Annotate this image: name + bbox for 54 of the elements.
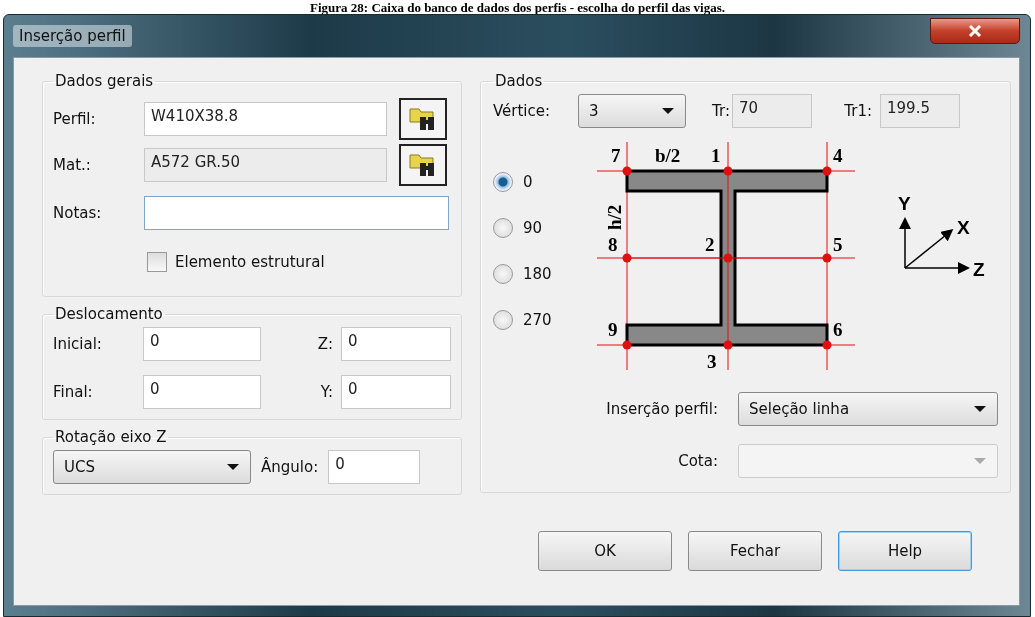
text-field[interactable]: 0 [143, 327, 261, 361]
text-field[interactable]: 0 [143, 375, 261, 409]
radio-label: 0 [523, 173, 533, 191]
text-field[interactable]: 0 [328, 450, 421, 484]
field-label: Cota: [677, 452, 718, 470]
axes-drawing: Y X Z [885, 188, 995, 288]
field-label: Ângulo: [261, 458, 319, 476]
text-field[interactable]: 0 [341, 327, 451, 361]
field-label: Tr: [711, 102, 730, 120]
radio-button[interactable] [493, 264, 513, 284]
caret-icon [973, 457, 987, 465]
field-label: Y: [319, 383, 333, 401]
field-label: Vértice: [493, 102, 552, 120]
figure-caption: Figura 28: Caixa do banco de dados dos perfis - escolha do perfil das vigas. [309, 0, 726, 14]
dropdown[interactable]: UCS [53, 450, 251, 484]
dialog-button[interactable]: OK [538, 531, 672, 571]
field-label: Final: [53, 383, 94, 401]
group-title: Dados gerais [54, 72, 155, 90]
field-label: Z: [316, 335, 333, 353]
group-title: Dados [494, 72, 544, 90]
checkbox[interactable] [147, 252, 167, 272]
field-label: Perfil: [53, 110, 97, 128]
radio-label: 90 [523, 219, 543, 237]
text-field[interactable]: 0 [341, 375, 451, 409]
lookup-button[interactable] [399, 98, 447, 140]
checkbox-label: Elemento estrutural [175, 253, 325, 271]
text-field[interactable] [144, 196, 449, 230]
dropdown[interactable]: 3 [578, 94, 686, 128]
close-icon [968, 25, 982, 37]
caret-icon [973, 405, 987, 413]
radio-label: 180 [523, 265, 552, 283]
field-label: Mat.: [53, 156, 92, 174]
dialog-button[interactable]: Help [838, 531, 972, 571]
field-label: Inicial: [53, 335, 103, 353]
radio-label: 270 [523, 311, 552, 329]
field-label: Tr1: [843, 102, 872, 120]
group-title: Rotação eixo Z [54, 428, 168, 446]
radio-button[interactable] [493, 172, 513, 192]
radio-button[interactable] [493, 310, 513, 330]
text-field[interactable]: 199.5 [880, 94, 960, 128]
lookup-button[interactable] [399, 144, 447, 186]
close-button[interactable] [930, 18, 1020, 44]
dialog-button[interactable]: Fechar [688, 531, 822, 571]
caret-icon [661, 107, 675, 115]
field-label: Inserção perfil: [605, 400, 718, 418]
dropdown[interactable]: Seleção linha [738, 392, 998, 426]
caret-icon [226, 463, 240, 471]
field-label: Notas: [53, 204, 103, 222]
radio-button[interactable] [493, 218, 513, 238]
text-field[interactable]: 70 [732, 94, 812, 128]
text-field[interactable]: A572 GR.50 [144, 148, 387, 182]
window-title: Inserção perfil [13, 25, 132, 47]
group-title: Deslocamento [54, 305, 164, 323]
text-field[interactable]: W410X38.8 [144, 102, 387, 136]
